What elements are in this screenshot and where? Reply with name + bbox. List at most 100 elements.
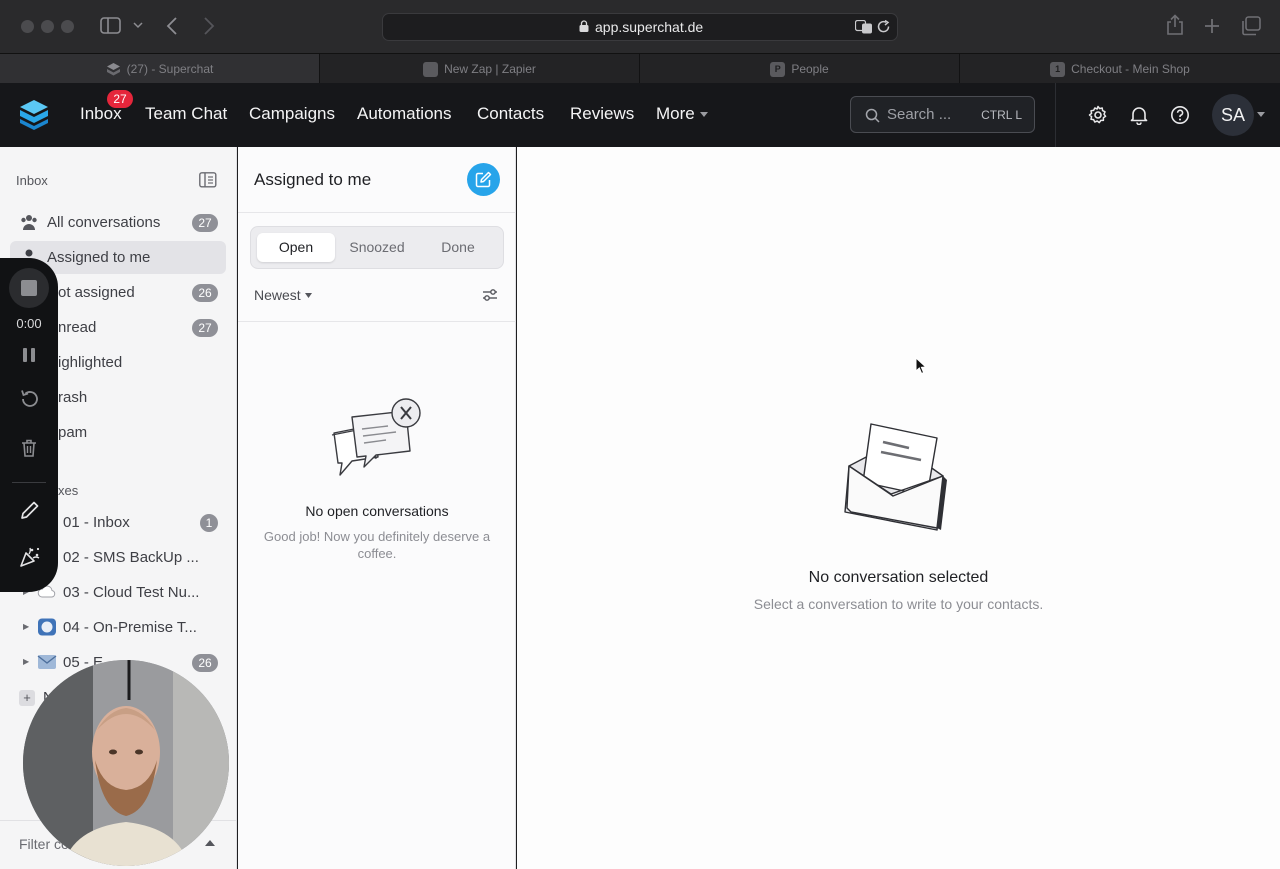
nav-reviews[interactable]: Reviews <box>570 104 634 124</box>
inbox-item-04[interactable]: ▶ 04 - On-Premise T... <box>10 611 226 644</box>
back-arrow-icon[interactable] <box>166 17 178 35</box>
restart-icon[interactable] <box>19 389 39 409</box>
address-bar[interactable]: app.superchat.de <box>382 13 898 41</box>
new-tab-icon[interactable] <box>1203 17 1221 35</box>
window-minimize-button[interactable] <box>41 20 54 33</box>
server-icon <box>38 618 56 636</box>
pause-icon[interactable] <box>21 346 37 364</box>
expand-caret-icon[interactable]: ▶ <box>23 657 29 666</box>
draw-pencil-icon[interactable] <box>20 500 40 520</box>
sidebar-item-label: nread <box>58 319 97 336</box>
tab-strip: (27) - Superchat New Zap | Zapier P Peop… <box>0 53 1280 84</box>
header-divider <box>1055 83 1056 147</box>
sidebar-item-all-conversations[interactable]: All conversations 27 <box>10 206 226 239</box>
header-divider <box>238 212 516 213</box>
toolbar-divider <box>12 482 46 483</box>
app-header: Inbox 27 Team Chat Campaigns Automations… <box>0 83 1280 147</box>
caret-down-icon[interactable] <box>305 293 312 298</box>
no-conversations-illustration-icon <box>331 398 421 476</box>
sort-dropdown[interactable]: Newest <box>254 287 301 303</box>
recording-timer: 0:00 <box>16 316 42 331</box>
nav-campaigns[interactable]: Campaigns <box>249 104 335 124</box>
avatar-caret-icon[interactable] <box>1257 112 1265 117</box>
shop-favicon-icon: 1 <box>1050 61 1066 77</box>
settings-gear-icon[interactable] <box>1088 105 1108 125</box>
tab-title: Checkout - Mein Shop <box>1071 62 1190 76</box>
expand-caret-icon[interactable]: ▶ <box>23 622 29 631</box>
compose-button[interactable] <box>467 163 500 196</box>
sidebar-item-label: pam <box>58 424 88 441</box>
browser-tab-zapier[interactable]: New Zap | Zapier <box>320 54 640 84</box>
browser-chrome: app.superchat.de (27) - Superchat New Za… <box>0 0 1280 84</box>
chevron-up-icon[interactable] <box>205 840 215 846</box>
sidebar-toggle-icon[interactable] <box>100 17 122 35</box>
sidebar-item-label: rash <box>58 389 88 406</box>
conversation-list-panel: Assigned to me Open Snoozed Done Newest … <box>238 147 516 869</box>
browser-tab-checkout[interactable]: 1 Checkout - Mein Shop <box>960 54 1280 84</box>
search-shortcut: CTRL L <box>981 108 1022 122</box>
tab-title: People <box>791 62 829 76</box>
tab-title: (27) - Superchat <box>126 62 214 76</box>
reload-icon[interactable] <box>877 20 891 34</box>
superchat-favicon-icon <box>106 62 120 75</box>
nav-automations[interactable]: Automations <box>357 104 452 124</box>
browser-tab-superchat[interactable]: (27) - Superchat <box>0 54 320 84</box>
zapier-favicon-icon <box>423 61 439 77</box>
webcam-person-image <box>23 660 229 866</box>
tab-snoozed[interactable]: Snoozed <box>338 233 416 262</box>
confetti-effects-icon[interactable] <box>19 546 41 568</box>
add-inbox-plus-icon[interactable]: + <box>19 690 35 706</box>
tab-done[interactable]: Done <box>419 233 497 262</box>
collapse-sidebar-icon[interactable] <box>199 172 217 188</box>
search-placeholder: Search ... <box>887 106 952 123</box>
group-icon <box>21 215 37 230</box>
panel-title: Assigned to me <box>254 170 372 189</box>
tab-overview-icon[interactable] <box>1241 16 1261 36</box>
inbox-item-label: 03 - Cloud Test Nu... <box>63 584 200 601</box>
compose-pencil-icon <box>475 171 492 188</box>
sidebar-item-label: All conversations <box>47 214 161 231</box>
user-avatar[interactable]: SA <box>1212 94 1254 136</box>
chevron-down-icon[interactable] <box>133 22 143 30</box>
sidebar-item-label: Assigned to me <box>47 249 151 266</box>
email-icon <box>37 655 57 669</box>
translate-icon[interactable] <box>855 20 873 34</box>
inbox-item-label: 02 - SMS BackUp ... <box>63 549 199 566</box>
search-input[interactable]: Search ... CTRL L <box>850 96 1035 133</box>
filter-sliders-icon[interactable] <box>482 288 498 302</box>
help-question-icon[interactable] <box>1170 105 1190 125</box>
inbox-item-label: 01 - Inbox <box>63 514 130 531</box>
empty-text: Good job! Now you definitely deserve a c… <box>263 529 491 561</box>
notifications-bell-icon[interactable] <box>1129 105 1149 125</box>
sidebar-item-label: ot assigned <box>58 284 135 301</box>
stop-recording-button[interactable] <box>9 268 49 308</box>
list-divider <box>238 321 516 322</box>
count-badge: 27 <box>192 214 218 232</box>
sidebar-item-label: ighlighted <box>58 354 123 371</box>
inbox-unread-badge: 27 <box>107 90 133 108</box>
count-badge: 27 <box>192 319 218 337</box>
trash-icon[interactable] <box>21 439 37 457</box>
status-segmented-control: Open Snoozed Done <box>250 226 504 269</box>
search-icon <box>865 108 880 123</box>
sidebar-title: Inbox <box>16 173 48 188</box>
share-icon[interactable] <box>1166 14 1184 36</box>
webcam-bubble[interactable] <box>23 660 229 866</box>
superchat-logo-icon[interactable] <box>19 99 49 131</box>
nav-more[interactable]: More <box>656 104 695 124</box>
tab-title: New Zap | Zapier <box>444 62 536 76</box>
empty-state-text: Select a conversation to write to your c… <box>753 596 1044 612</box>
forward-arrow-icon[interactable] <box>203 17 215 35</box>
lock-icon <box>579 20 589 32</box>
nav-team-chat[interactable]: Team Chat <box>145 104 227 124</box>
tab-open[interactable]: Open <box>257 233 335 262</box>
mouse-cursor-icon <box>915 357 927 375</box>
empty-title: No open conversations <box>305 503 449 519</box>
window-close-button[interactable] <box>21 20 34 33</box>
window-zoom-button[interactable] <box>61 20 74 33</box>
browser-tab-people[interactable]: P People <box>640 54 960 84</box>
nav-contacts[interactable]: Contacts <box>477 104 544 124</box>
count-badge: 26 <box>192 284 218 302</box>
caret-down-icon <box>700 112 708 117</box>
empty-state-title: No conversation selected <box>808 569 989 586</box>
